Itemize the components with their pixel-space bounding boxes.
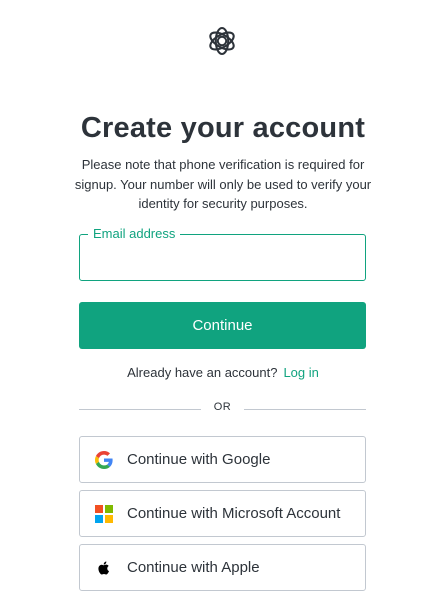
- google-button-label: Continue with Google: [127, 451, 271, 468]
- email-field[interactable]: Email address: [79, 225, 366, 281]
- continue-with-apple-button[interactable]: Continue with Apple: [79, 544, 366, 591]
- microsoft-icon: [95, 505, 113, 523]
- continue-button[interactable]: Continue: [79, 302, 366, 349]
- page-title: Create your account: [80, 112, 366, 144]
- microsoft-button-label: Continue with Microsoft Account: [127, 505, 341, 522]
- continue-with-google-button[interactable]: Continue with Google: [79, 436, 366, 483]
- apple-icon: [95, 559, 113, 577]
- login-prompt: Already have an account? Log in: [0, 365, 446, 380]
- openai-logo-icon: [205, 24, 239, 58]
- email-label: Email address: [88, 225, 181, 243]
- login-link[interactable]: Log in: [283, 365, 318, 380]
- apple-button-label: Continue with Apple: [127, 559, 260, 576]
- divider-line-right: [244, 409, 366, 410]
- continue-with-microsoft-button[interactable]: Continue with Microsoft Account: [79, 490, 366, 537]
- phone-verification-notice: Please note that phone verification is r…: [74, 157, 372, 211]
- or-divider: OR: [79, 400, 366, 418]
- divider-text: OR: [213, 401, 232, 413]
- google-icon: [95, 451, 113, 469]
- login-prompt-text: Already have an account?: [127, 365, 278, 380]
